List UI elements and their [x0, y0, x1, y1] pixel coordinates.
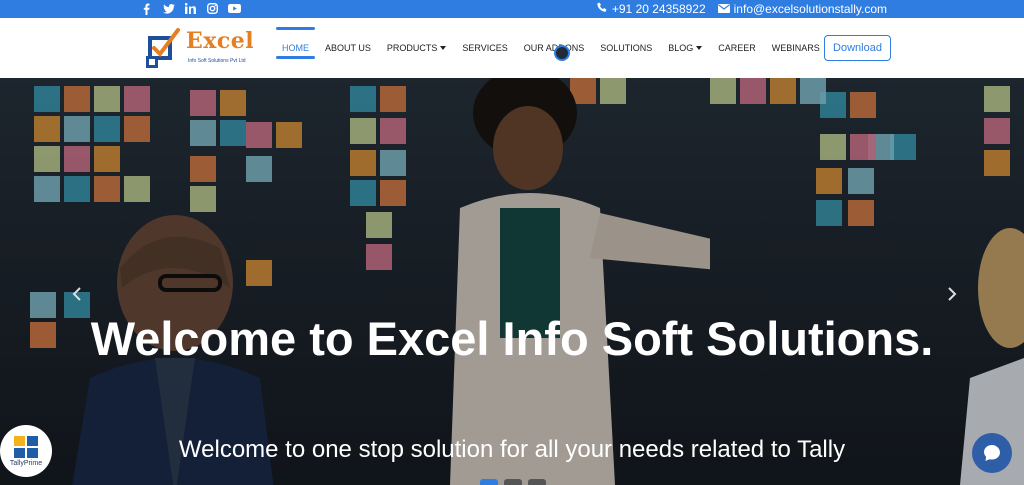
nav-item-label: PRODUCTS	[386, 43, 438, 53]
carousel-indicator[interactable]	[480, 479, 498, 485]
logo-tagline: Info Soft Solutions Pvt Ltd	[188, 58, 246, 64]
hero-overlay	[0, 78, 1024, 485]
nav-item-services[interactable]: SERVICES	[462, 43, 507, 53]
chat-button[interactable]	[972, 433, 1012, 473]
nav-item-career[interactable]: CAREER	[718, 43, 756, 53]
nav-item-label: CAREER	[718, 43, 756, 53]
contact-info: +91 20 24358922 info@excelsolutionstally…	[597, 2, 887, 16]
nav-item-blog[interactable]: BLOG	[668, 43, 703, 53]
tallyprime-label: TallyPrime	[9, 459, 43, 467]
logo-name: Excel	[186, 28, 255, 54]
chevron-right-icon	[948, 287, 957, 301]
chat-bubble-icon	[984, 445, 1000, 461]
phone-icon	[597, 2, 608, 16]
caret-down-icon	[696, 46, 703, 50]
envelope-icon	[717, 2, 730, 16]
nav-item-about-us[interactable]: ABOUT US	[325, 43, 371, 53]
nav-item-products[interactable]: PRODUCTS	[387, 43, 447, 53]
hero-subtitle: Welcome to one stop solution for all you…	[178, 436, 846, 463]
top-bar: +91 20 24358922 info@excelsolutionstally…	[0, 0, 1024, 18]
carousel-indicator[interactable]	[504, 479, 522, 485]
facebook-icon[interactable]	[140, 2, 153, 15]
twitter-icon[interactable]	[162, 2, 175, 15]
social-links	[140, 2, 241, 15]
carousel-indicators	[480, 479, 546, 485]
email-link[interactable]: info@excelsolutionstally.com	[717, 2, 887, 16]
nav-item-label: ABOUT US	[325, 43, 371, 53]
nav-item-label: BLOG	[668, 43, 694, 53]
chevron-left-icon	[72, 287, 81, 301]
hero-title: Welcome to Excel Info Soft Solutions.	[90, 312, 934, 365]
site-logo[interactable]: Excel Info Soft Solutions Pvt Ltd	[144, 26, 254, 70]
instagram-icon[interactable]	[206, 2, 219, 15]
notification-dot	[554, 45, 570, 61]
phone-link[interactable]: +91 20 24358922	[597, 2, 706, 16]
logo-checkbox-icon	[146, 28, 180, 68]
nav-item-label: WEBINARS	[771, 43, 820, 53]
youtube-icon[interactable]	[228, 2, 241, 15]
tallyprime-logo-icon	[14, 435, 38, 458]
download-button[interactable]: Download	[824, 35, 891, 61]
nav-item-label: SERVICES	[462, 43, 508, 53]
main-navbar: Excel Info Soft Solutions Pvt Ltd HOME AB…	[0, 18, 1024, 78]
linkedin-icon[interactable]	[184, 2, 197, 15]
caret-down-icon	[440, 46, 447, 50]
carousel-indicator[interactable]	[528, 479, 546, 485]
primary-nav: HOME ABOUT US PRODUCTS SERVICES OUR ADDONS SO…	[276, 18, 895, 78]
nav-item-webinars[interactable]: WEBINARS	[772, 43, 820, 53]
nav-item-home[interactable]: HOME	[276, 27, 315, 59]
nav-item-solutions[interactable]: SOLUTIONS	[600, 43, 652, 53]
email-address: info@excelsolutionstally.com	[733, 2, 887, 16]
carousel-prev-arrow[interactable]	[70, 285, 84, 303]
nav-item-label: HOME	[282, 43, 309, 53]
hero-carousel: Welcome to Excel Info Soft Solutions. We…	[0, 78, 1024, 485]
phone-number: +91 20 24358922	[611, 2, 706, 16]
tallyprime-badge[interactable]: TallyPrime	[0, 425, 52, 477]
nav-item-label: SOLUTIONS	[600, 43, 653, 53]
carousel-next-arrow[interactable]	[945, 285, 959, 303]
